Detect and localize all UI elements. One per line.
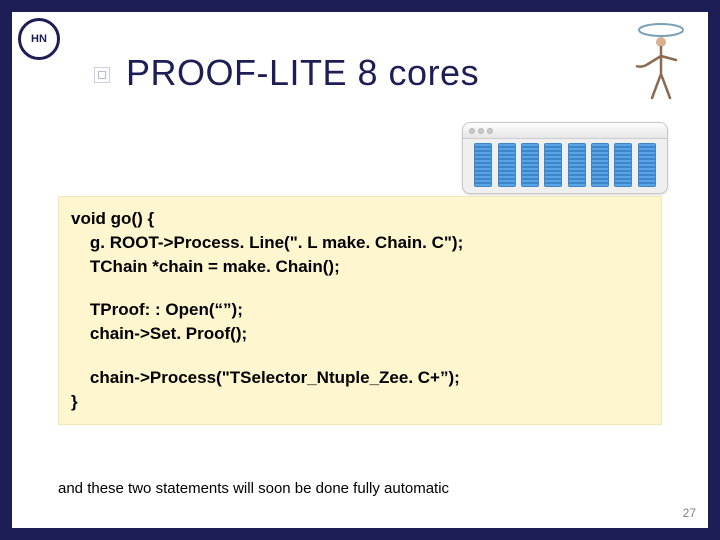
cpu-bar xyxy=(638,143,656,187)
cpu-bars xyxy=(463,139,667,191)
page-number: 27 xyxy=(683,506,696,520)
code-line: TProof: : Open(“”); xyxy=(71,298,645,322)
title-bullet-icon xyxy=(94,67,110,83)
cpu-bar xyxy=(521,143,539,187)
cpu-bar xyxy=(591,143,609,187)
code-line: void go() { xyxy=(71,207,645,231)
slide-title: PROOF-LITE 8 cores xyxy=(126,52,479,94)
cpu-bar xyxy=(498,143,516,187)
code-blank-line xyxy=(71,278,645,298)
code-blank-line xyxy=(71,346,645,366)
cpu-monitor xyxy=(462,122,668,194)
figure-icon xyxy=(626,16,696,101)
code-line: chain->Set. Proof(); xyxy=(71,322,645,346)
logo-right xyxy=(626,16,696,101)
code-line: chain->Process("TSelector_Ntuple_Zee. C+… xyxy=(71,366,645,390)
footnote: and these two statements will soon be do… xyxy=(58,480,449,497)
window-dot-icon xyxy=(487,128,493,134)
cpu-bar xyxy=(544,143,562,187)
cpu-bar xyxy=(474,143,492,187)
cpu-bar xyxy=(614,143,632,187)
code-line: } xyxy=(71,390,645,414)
cpu-bar xyxy=(568,143,586,187)
window-dot-icon xyxy=(469,128,475,134)
window-dot-icon xyxy=(478,128,484,134)
slide-inner: HN PROOF-LITE 8 cores xyxy=(12,12,708,528)
logo-left: HN xyxy=(18,18,60,60)
code-line: TChain *chain = make. Chain(); xyxy=(71,255,645,279)
code-block: void go() { g. ROOT->Process. Line(". L … xyxy=(58,196,662,425)
cpu-monitor-header xyxy=(463,123,667,139)
slide: HN PROOF-LITE 8 cores xyxy=(0,0,720,540)
logo-left-text: HN xyxy=(31,33,47,45)
title-row: PROOF-LITE 8 cores xyxy=(94,52,618,94)
code-line: g. ROOT->Process. Line(". L make. Chain.… xyxy=(71,231,645,255)
